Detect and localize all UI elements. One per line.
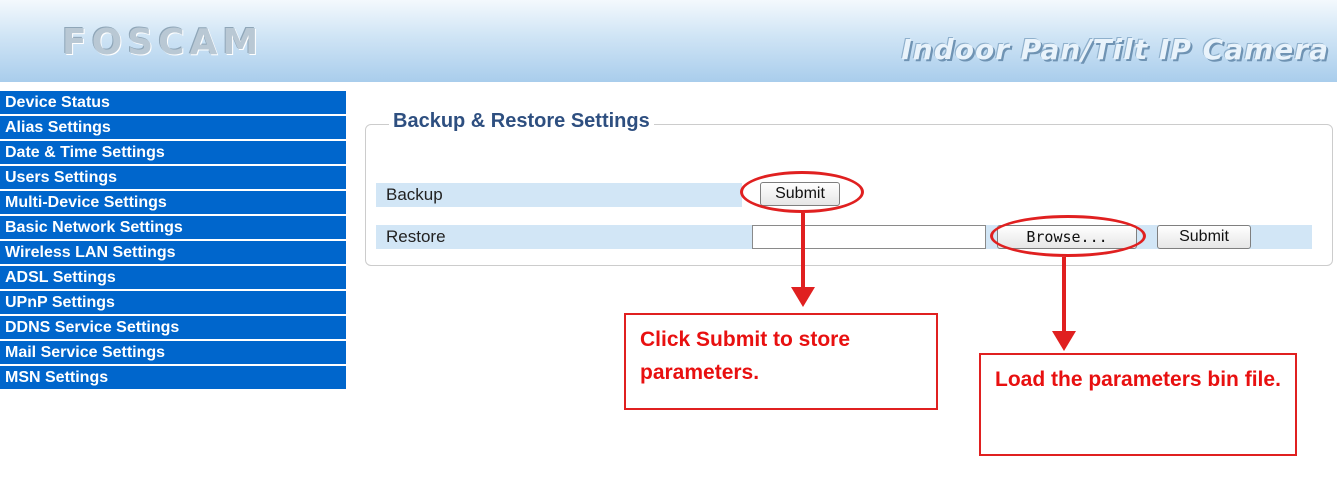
arrow-down-icon: [791, 287, 815, 307]
arrow-line-browse: [1062, 257, 1066, 333]
restore-label: Restore: [376, 225, 742, 249]
product-name: Indoor Pan/Tilt IP Camera: [901, 33, 1329, 66]
foscam-logo: FOSCAM: [62, 22, 264, 63]
highlight-ellipse-backup: [740, 171, 864, 213]
page-title: Backup & Restore Settings: [389, 110, 654, 133]
sidebar-item-alias-settings[interactable]: Alias Settings: [0, 116, 346, 139]
header-banner: FOSCAM Indoor Pan/Tilt IP Camera: [0, 0, 1337, 82]
sidebar-item-upnp-settings[interactable]: UPnP Settings: [0, 291, 346, 314]
sidebar-item-ddns-service-settings[interactable]: DDNS Service Settings: [0, 316, 346, 339]
sidebar-item-device-status[interactable]: Device Status: [0, 91, 346, 114]
sidebar-item-basic-network-settings[interactable]: Basic Network Settings: [0, 216, 346, 239]
callout-restore-note: Load the parameters bin file.: [979, 353, 1297, 456]
sidebar-item-mail-service-settings[interactable]: Mail Service Settings: [0, 341, 346, 364]
sidebar-item-users-settings[interactable]: Users Settings: [0, 166, 346, 189]
restore-submit-button[interactable]: Submit: [1157, 225, 1251, 249]
callout-backup-note: Click Submit to store parameters.: [624, 313, 938, 410]
arrow-down-icon: [1052, 331, 1076, 351]
highlight-ellipse-browse: [990, 215, 1146, 257]
sidebar-item-adsl-settings[interactable]: ADSL Settings: [0, 266, 346, 289]
backup-label: Backup: [376, 183, 742, 207]
sidebar-item-msn-settings[interactable]: MSN Settings: [0, 366, 346, 389]
arrow-line-backup: [801, 213, 805, 289]
sidebar-item-wireless-lan-settings[interactable]: Wireless LAN Settings: [0, 241, 346, 264]
sidebar-nav: Device Status Alias Settings Date & Time…: [0, 91, 346, 391]
restore-file-field[interactable]: [752, 225, 986, 249]
sidebar-item-multi-device-settings[interactable]: Multi-Device Settings: [0, 191, 346, 214]
sidebar-item-date-time-settings[interactable]: Date & Time Settings: [0, 141, 346, 164]
